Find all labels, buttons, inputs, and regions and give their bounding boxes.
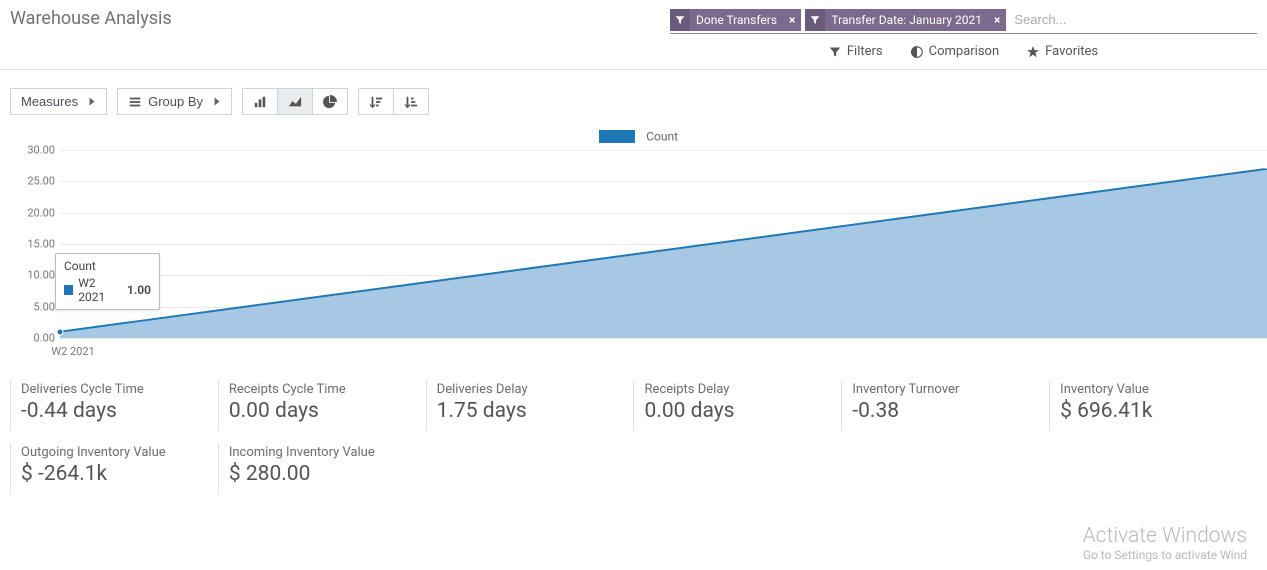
- search-input[interactable]: [1010, 10, 1257, 29]
- group-by-label: Group By: [148, 94, 203, 109]
- facet-label: Transfer Date: January 2021: [825, 13, 988, 27]
- area-chart-icon: [288, 95, 302, 109]
- kpi-tile[interactable]: Receipts Cycle Time 0.00 days: [218, 380, 426, 431]
- facet-remove-button[interactable]: ×: [988, 13, 1006, 27]
- kpi-value: 0.00 days: [229, 399, 426, 423]
- breadcrumb: Warehouse Analysis: [10, 8, 670, 29]
- kpi-value: $ 280.00: [229, 462, 426, 486]
- y-axis-tick: 5.00: [34, 300, 55, 313]
- kpi-label: Inventory Value: [1060, 382, 1257, 397]
- filter-icon: [829, 46, 841, 58]
- measures-button[interactable]: Measures: [10, 88, 107, 115]
- bar-chart-icon: [253, 95, 267, 109]
- y-axis-tick: 25.00: [27, 175, 55, 188]
- kpi-value: -0.44 days: [21, 399, 218, 423]
- measures-label: Measures: [21, 94, 78, 109]
- sort-asc-icon: [404, 95, 418, 109]
- page-title: Warehouse Analysis: [10, 8, 172, 29]
- kpi-value: $ 696.41k: [1060, 399, 1257, 423]
- favorites-dropdown[interactable]: Favorites: [1027, 44, 1098, 59]
- list-icon: [128, 95, 142, 109]
- chart-data-point[interactable]: [57, 328, 64, 335]
- pie-chart-button[interactable]: [312, 88, 348, 115]
- kpi-value: $ -264.1k: [21, 462, 218, 486]
- kpi-label: Inventory Turnover: [852, 382, 1049, 397]
- caret-right-icon: [90, 98, 95, 106]
- filter-facet-transfer-date: Transfer Date: January 2021 ×: [805, 9, 1006, 31]
- x-axis-tick: W2 2021: [51, 345, 94, 358]
- tooltip-title: Count: [64, 259, 151, 273]
- legend-label: Count: [646, 130, 678, 144]
- kpi-tile[interactable]: Deliveries Cycle Time -0.44 days: [10, 380, 218, 431]
- kpi-value: 1.75 days: [437, 399, 634, 423]
- y-axis-tick: 0.00: [34, 332, 55, 345]
- bar-chart-button[interactable]: [242, 88, 278, 115]
- facet-remove-button[interactable]: ×: [783, 13, 801, 27]
- filter-icon: [670, 9, 690, 31]
- kpi-label: Receipts Delay: [644, 382, 841, 397]
- y-axis-tick: 15.00: [27, 238, 55, 251]
- y-axis: 0.005.0010.0015.0020.0025.0030.00: [15, 150, 55, 338]
- sort-group: [358, 88, 429, 115]
- kpi-label: Outgoing Inventory Value: [21, 445, 218, 460]
- chart-area: [60, 150, 1267, 338]
- chart-type-group: [242, 88, 348, 115]
- kpi-label: Receipts Cycle Time: [229, 382, 426, 397]
- comparison-label: Comparison: [929, 44, 1000, 59]
- kpi-tile[interactable]: Inventory Turnover -0.38: [841, 380, 1049, 431]
- star-icon: [1027, 46, 1039, 58]
- kpi-tile[interactable]: Inventory Value $ 696.41k: [1049, 380, 1257, 431]
- search-bar[interactable]: Done Transfers × Transfer Date: January …: [670, 8, 1257, 34]
- chart-tooltip: Count W2 2021 1.00: [55, 253, 160, 310]
- line-chart-button[interactable]: [277, 88, 313, 115]
- favorites-label: Favorites: [1045, 44, 1098, 59]
- kpi-label: Incoming Inventory Value: [229, 445, 426, 460]
- comparison-icon: [911, 46, 923, 58]
- filters-dropdown[interactable]: Filters: [829, 44, 883, 59]
- kpi-tile[interactable]: Outgoing Inventory Value $ -264.1k: [10, 443, 218, 494]
- facet-label: Done Transfers: [690, 13, 783, 27]
- filter-facet-done-transfers: Done Transfers ×: [670, 9, 801, 31]
- kpi-label: Deliveries Cycle Time: [21, 382, 218, 397]
- kpi-value: 0.00 days: [644, 399, 841, 423]
- watermark-sub: Go to Settings to activate Wind: [1083, 548, 1247, 562]
- filters-label: Filters: [847, 44, 883, 59]
- pie-chart-icon: [323, 95, 337, 109]
- watermark: Activate Windows Go to Settings to activ…: [1083, 524, 1247, 562]
- kpi-tile[interactable]: Deliveries Delay 1.75 days: [426, 380, 634, 431]
- y-axis-tick: 30.00: [27, 144, 55, 157]
- tooltip-value: 1.00: [127, 283, 151, 297]
- chart-legend: Count: [10, 129, 1267, 144]
- y-axis-tick: 10.00: [27, 269, 55, 282]
- kpi-value: -0.38: [852, 399, 1049, 423]
- comparison-dropdown[interactable]: Comparison: [911, 44, 1000, 59]
- tooltip-swatch: [64, 285, 73, 295]
- y-axis-tick: 20.00: [27, 206, 55, 219]
- kpi-tile[interactable]: Incoming Inventory Value $ 280.00: [218, 443, 426, 494]
- group-by-button[interactable]: Group By: [117, 88, 232, 115]
- caret-right-icon: [215, 98, 220, 106]
- sort-asc-button[interactable]: [393, 88, 429, 115]
- watermark-title: Activate Windows: [1083, 524, 1247, 548]
- legend-swatch: [599, 130, 635, 143]
- tooltip-category: W2 2021: [78, 276, 122, 304]
- kpi-tile[interactable]: Receipts Delay 0.00 days: [633, 380, 841, 431]
- kpi-label: Deliveries Delay: [437, 382, 634, 397]
- sort-desc-button[interactable]: [358, 88, 394, 115]
- sort-desc-icon: [369, 95, 383, 109]
- filter-icon: [805, 9, 825, 31]
